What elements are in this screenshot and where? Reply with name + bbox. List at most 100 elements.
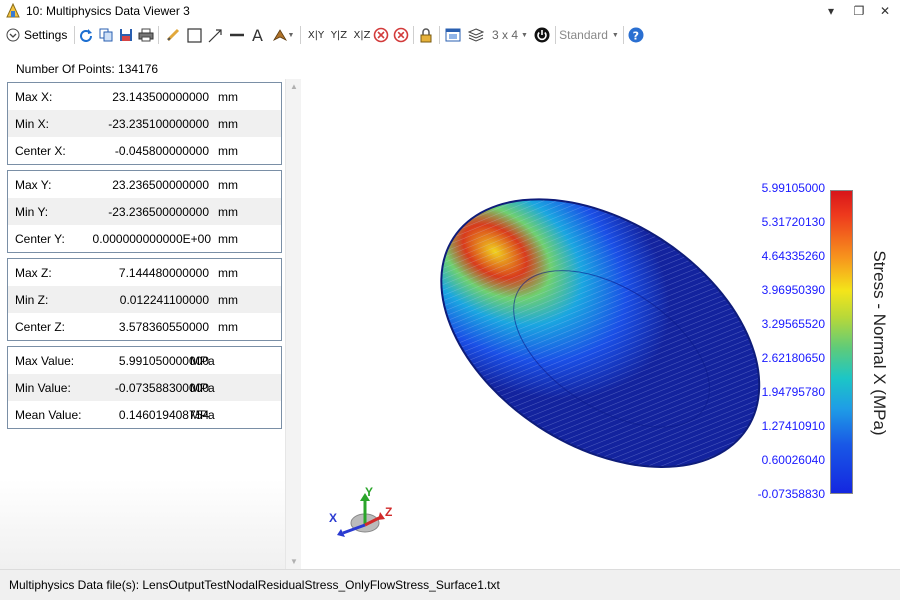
stat-label: Min Value: <box>15 381 71 395</box>
y-extents-group: Max Y: 23.236500000000 mm Min Y: -23.236… <box>7 170 282 253</box>
copy-button[interactable] <box>97 25 115 45</box>
stat-unit: MPa <box>190 408 215 422</box>
z-extents-group: Max Z: 7.144480000000 mm Min Z: 0.012241… <box>7 258 282 341</box>
scroll-up-icon[interactable]: ▲ <box>290 82 298 91</box>
colorbar <box>830 190 853 494</box>
stat-value: 0.012241100000 <box>119 293 209 307</box>
svg-text:A: A <box>252 27 263 43</box>
stat-row: Mean Value: 0.146019408754 MPa <box>8 401 281 428</box>
layout-dropdown[interactable]: 3 x 4 ▼ <box>490 25 530 45</box>
colorbar-tick-label: 3.29565520 <box>761 317 825 331</box>
draw-arrow-button[interactable] <box>206 25 224 45</box>
multiphysics-data-viewer-window: 10: Multiphysics Data Viewer 3 ▾ ❐ ✕ Set… <box>0 0 900 600</box>
axis-triad: X Y Z <box>325 485 395 539</box>
colorbar-tick-label: 1.27410910 <box>761 419 825 433</box>
toolbar-separator <box>413 26 414 44</box>
style-dropdown[interactable]: Standard ▼ <box>558 25 620 45</box>
refresh-button[interactable] <box>77 25 95 45</box>
stat-row: Min Z: 0.012241100000 mm <box>8 286 281 313</box>
data-file-status: Multiphysics Data file(s): LensOutputTes… <box>9 578 500 592</box>
pointer-icon <box>272 29 287 41</box>
stat-unit: mm <box>218 144 238 158</box>
line-icon <box>230 33 244 37</box>
window-close-button[interactable]: ✕ <box>876 2 894 20</box>
stat-value: 3.578360550000 <box>118 320 209 334</box>
colorbar-tick-label: 4.64335260 <box>761 249 825 263</box>
help-icon: ? <box>628 27 644 43</box>
stat-unit: mm <box>218 232 238 246</box>
rotate-left-icon <box>373 27 389 43</box>
toolbar-separator <box>555 26 556 44</box>
value-statistics-group: Max Value: 5.991050000000 MPa Min Value:… <box>7 346 282 429</box>
window-restore-button[interactable]: ❐ <box>850 2 868 20</box>
help-button[interactable]: ? <box>626 25 646 45</box>
stat-row: Center Y: 0.000000000000E+00 mm <box>8 225 281 252</box>
print-button[interactable] <box>137 25 155 45</box>
chevron-down-icon: ▼ <box>521 31 528 39</box>
pointer-dropdown-button[interactable]: ▼ <box>270 25 296 45</box>
stat-row: Min X: -23.235100000000 mm <box>8 110 281 137</box>
power-button[interactable] <box>532 25 552 45</box>
window-view-button[interactable] <box>444 25 462 45</box>
stat-label: Min Y: <box>15 205 49 219</box>
stat-label: Max Value: <box>15 354 75 368</box>
stat-row: Max Y: 23.236500000000 mm <box>8 171 281 198</box>
statistics-panel: Number Of Points: 134176 Max X: 23.14350… <box>0 49 302 569</box>
stat-label: Min Z: <box>15 293 49 307</box>
settings-button[interactable]: Settings <box>6 25 72 45</box>
draw-line-button[interactable] <box>227 25 247 45</box>
refresh-icon <box>80 29 92 42</box>
stat-label: Min X: <box>15 117 50 131</box>
chevron-down-icon: ▼ <box>611 31 619 39</box>
draw-pencil-button[interactable] <box>164 25 182 45</box>
layers-button[interactable] <box>467 25 485 45</box>
save-button[interactable] <box>117 25 135 45</box>
window-dropdown-button[interactable]: ▾ <box>822 2 840 20</box>
colorbar-tick-label: -0.07358830 <box>757 487 825 501</box>
draw-rectangle-button[interactable] <box>185 25 203 45</box>
settings-chevron-icon <box>6 28 20 42</box>
window-title: 10: Multiphysics Data Viewer 3 <box>26 4 190 18</box>
vertical-scrollbar[interactable]: ▲ ▼ <box>285 79 301 569</box>
x-extents-group: Max X: 23.143500000000 mm Min X: -23.235… <box>7 82 282 165</box>
copy-icon <box>99 28 113 42</box>
toolbar-separator <box>439 26 440 44</box>
toolbar-separator <box>158 26 159 44</box>
stat-label: Mean Value: <box>15 408 82 422</box>
rotate-left-button[interactable] <box>372 25 390 45</box>
stat-row: Min Y: -23.236500000000 mm <box>8 198 281 225</box>
plot-viewer[interactable]: 5.99105000 5.31720130 4.64335260 3.96950… <box>303 49 900 569</box>
stat-unit: mm <box>218 266 238 280</box>
axis-xy-button[interactable]: X|Y <box>305 25 327 45</box>
settings-label: Settings <box>24 28 68 42</box>
toolbar: Settings A ▼ X|Y Y|Z X|Z 3 x 4 ▼ Standar… <box>0 22 900 48</box>
stat-label: Center Z: <box>15 320 66 334</box>
stat-label: Max Z: <box>15 266 52 280</box>
stat-value: 23.236500000000 <box>112 178 209 192</box>
stat-value: -23.236500000000 <box>108 205 209 219</box>
rotate-right-button[interactable] <box>392 25 410 45</box>
pencil-icon <box>166 28 180 42</box>
stat-label: Max X: <box>15 90 53 104</box>
style-label: Standard <box>559 28 608 42</box>
lock-button[interactable] <box>417 25 435 45</box>
panel-background <box>0 479 285 569</box>
status-bar: Multiphysics Data file(s): LensOutputTes… <box>0 569 900 600</box>
stat-value: 7.144480000000 <box>118 266 209 280</box>
stat-row: Center X: -0.045800000000 mm <box>8 137 281 164</box>
save-icon <box>120 29 132 41</box>
scroll-down-icon[interactable]: ▼ <box>290 557 298 566</box>
window-icon <box>445 28 461 42</box>
colorbar-tick-label: 5.99105000 <box>761 181 825 195</box>
axis-yz-button[interactable]: Y|Z <box>328 25 350 45</box>
rotate-right-icon <box>393 27 409 43</box>
stat-unit: mm <box>218 320 238 334</box>
stat-value: 23.143500000000 <box>112 90 209 104</box>
stat-value: -23.235100000000 <box>108 117 209 131</box>
colorbar-tick-label: 1.94795780 <box>761 385 825 399</box>
draw-text-button[interactable]: A <box>249 25 267 45</box>
stat-row: Min Value: -0.073588300000 MPa <box>8 374 281 401</box>
axis-xz-button[interactable]: X|Z <box>351 25 373 45</box>
stat-row: Max Value: 5.991050000000 MPa <box>8 347 281 374</box>
triad-z-label: Z <box>385 505 393 519</box>
